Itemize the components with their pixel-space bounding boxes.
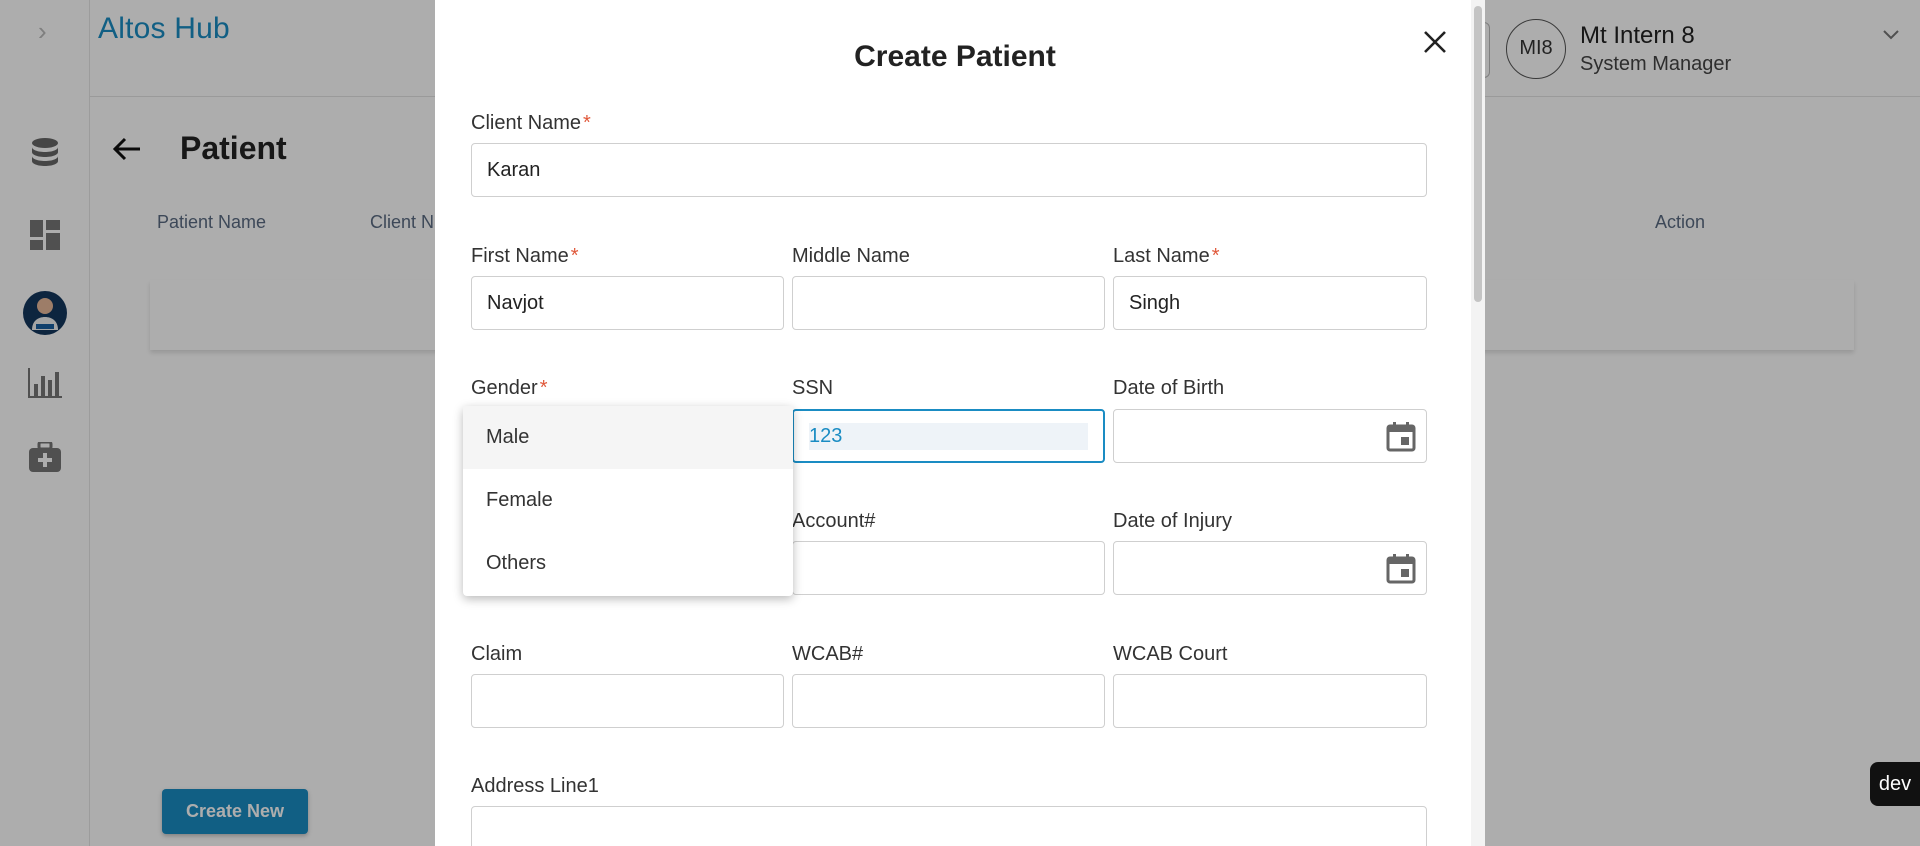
first-name-label: First Name * — [471, 245, 579, 267]
modal-title: Create Patient — [854, 40, 1056, 73]
gender-option-female[interactable]: Female — [463, 469, 793, 532]
wcab-field[interactable] — [792, 674, 1105, 728]
env-badge: dev — [1870, 762, 1920, 806]
address-line1-label: Address Line1 — [471, 775, 599, 797]
client-name-label: Client Name * — [471, 112, 591, 134]
client-name-field[interactable]: Karan — [471, 143, 1427, 197]
middle-name-label: Middle Name — [792, 245, 910, 267]
address-line1-field[interactable] — [471, 806, 1427, 846]
claim-field[interactable] — [471, 674, 784, 728]
gender-label: Gender * — [471, 377, 548, 399]
claim-label: Claim — [471, 643, 523, 665]
date-of-injury-label: Date of Injury — [1113, 510, 1232, 532]
first-name-field[interactable]: Navjot — [471, 276, 784, 330]
gender-option-others[interactable]: Others — [463, 532, 793, 595]
wcab-label: WCAB# — [792, 643, 864, 665]
close-icon[interactable] — [1415, 22, 1455, 62]
last-name-field[interactable]: Singh — [1113, 276, 1427, 330]
wcab-court-label: WCAB Court — [1113, 643, 1228, 665]
modal-scrollbar-thumb[interactable] — [1474, 6, 1482, 302]
gender-dropdown-menu: Male Female Others — [463, 406, 793, 596]
last-name-label: Last Name * — [1113, 245, 1220, 267]
calendar-icon[interactable] — [1386, 554, 1416, 590]
ssn-label: SSN — [792, 377, 834, 399]
gender-option-male[interactable]: Male — [463, 406, 793, 469]
ssn-field[interactable]: 123 — [792, 409, 1105, 463]
account-label: Account# — [792, 510, 876, 532]
calendar-icon[interactable] — [1386, 422, 1416, 458]
date-of-birth-field[interactable] — [1113, 409, 1427, 463]
account-field[interactable] — [792, 541, 1105, 595]
date-of-injury-field[interactable] — [1113, 541, 1427, 595]
middle-name-field[interactable] — [792, 276, 1105, 330]
wcab-court-field[interactable] — [1113, 674, 1427, 728]
date-of-birth-label: Date of Birth — [1113, 377, 1225, 399]
